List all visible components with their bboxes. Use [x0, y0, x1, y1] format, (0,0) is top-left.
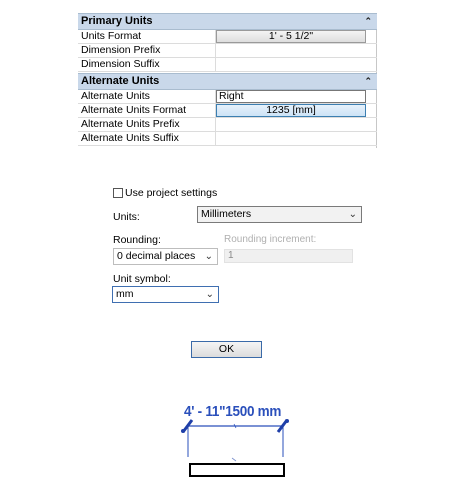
unit-symbol-dropdown[interactable]: mm ⌄ [112, 286, 219, 303]
property-name: Dimension Prefix [81, 44, 161, 56]
property-row-alternate-units: Alternate Units Right [78, 90, 377, 104]
property-row-alternate-units-suffix: Alternate Units Suffix [78, 132, 377, 146]
dimension-prefix-field[interactable] [215, 44, 377, 57]
units-label: Units: [113, 211, 140, 223]
group-title: Primary Units [81, 15, 153, 27]
wall-element[interactable] [189, 463, 285, 477]
property-name: Alternate Units Prefix [81, 118, 180, 130]
property-row-alternate-units-prefix: Alternate Units Prefix [78, 118, 377, 132]
rounding-increment-label: Rounding increment: [224, 234, 317, 245]
property-row-alternate-units-format: Alternate Units Format 1235 [mm] [78, 104, 377, 118]
use-project-settings-checkbox[interactable] [113, 188, 123, 198]
unit-symbol-label: Unit symbol: [113, 273, 171, 285]
rounding-label: Rounding: [113, 234, 161, 246]
property-name: Alternate Units Format [81, 104, 187, 116]
dimension-suffix-field[interactable] [215, 58, 377, 71]
units-dropdown[interactable]: Millimeters ⌄ [197, 206, 362, 223]
units-format-button[interactable]: 1' - 5 1/2" [216, 30, 366, 43]
property-name: Alternate Units Suffix [81, 132, 179, 144]
grip-handle-left[interactable] [181, 429, 185, 433]
chevron-down-icon: ⌄ [205, 289, 214, 300]
alternate-units-suffix-field[interactable] [215, 132, 377, 145]
ok-button[interactable]: OK [191, 341, 262, 358]
collapse-icon[interactable]: ⌃ [364, 14, 372, 29]
unit-symbol-dropdown-value: mm [116, 288, 134, 300]
alternate-units-format-button[interactable]: 1235 [mm] [216, 104, 366, 117]
property-row-dimension-suffix: Dimension Suffix [78, 58, 377, 72]
rounding-increment-field: 1 [224, 249, 353, 263]
property-row-units-format: Units Format 1' - 5 1/2" [78, 30, 377, 44]
group-header-alternate-units[interactable]: Alternate Units ⌃ [78, 73, 377, 90]
property-name: Dimension Suffix [81, 58, 160, 70]
grip-handle-right[interactable] [285, 419, 289, 423]
alternate-units-prefix-field[interactable] [215, 118, 377, 131]
chevron-down-icon: ⌄ [348, 209, 357, 220]
property-name: Alternate Units [81, 90, 150, 102]
rounding-dropdown[interactable]: 0 decimal places ⌄ [113, 248, 218, 265]
use-project-settings-label: Use project settings [125, 187, 218, 199]
units-dropdown-value: Millimeters [201, 208, 252, 220]
property-name: Units Format [81, 30, 142, 42]
alternate-units-field[interactable]: Right [216, 90, 366, 103]
chevron-down-icon: ⌄ [204, 251, 213, 262]
group-header-primary-units[interactable]: Primary Units ⌃ [78, 13, 377, 30]
group-title: Alternate Units [81, 75, 160, 87]
properties-table: Primary Units ⌃ Units Format 1' - 5 1/2"… [78, 13, 377, 148]
collapse-icon[interactable]: ⌃ [364, 74, 372, 89]
dimension-graphic [181, 419, 289, 477]
flip-grip-icon[interactable] [231, 457, 237, 462]
property-row-dimension-prefix: Dimension Prefix [78, 44, 377, 58]
rounding-dropdown-value: 0 decimal places [117, 250, 196, 262]
